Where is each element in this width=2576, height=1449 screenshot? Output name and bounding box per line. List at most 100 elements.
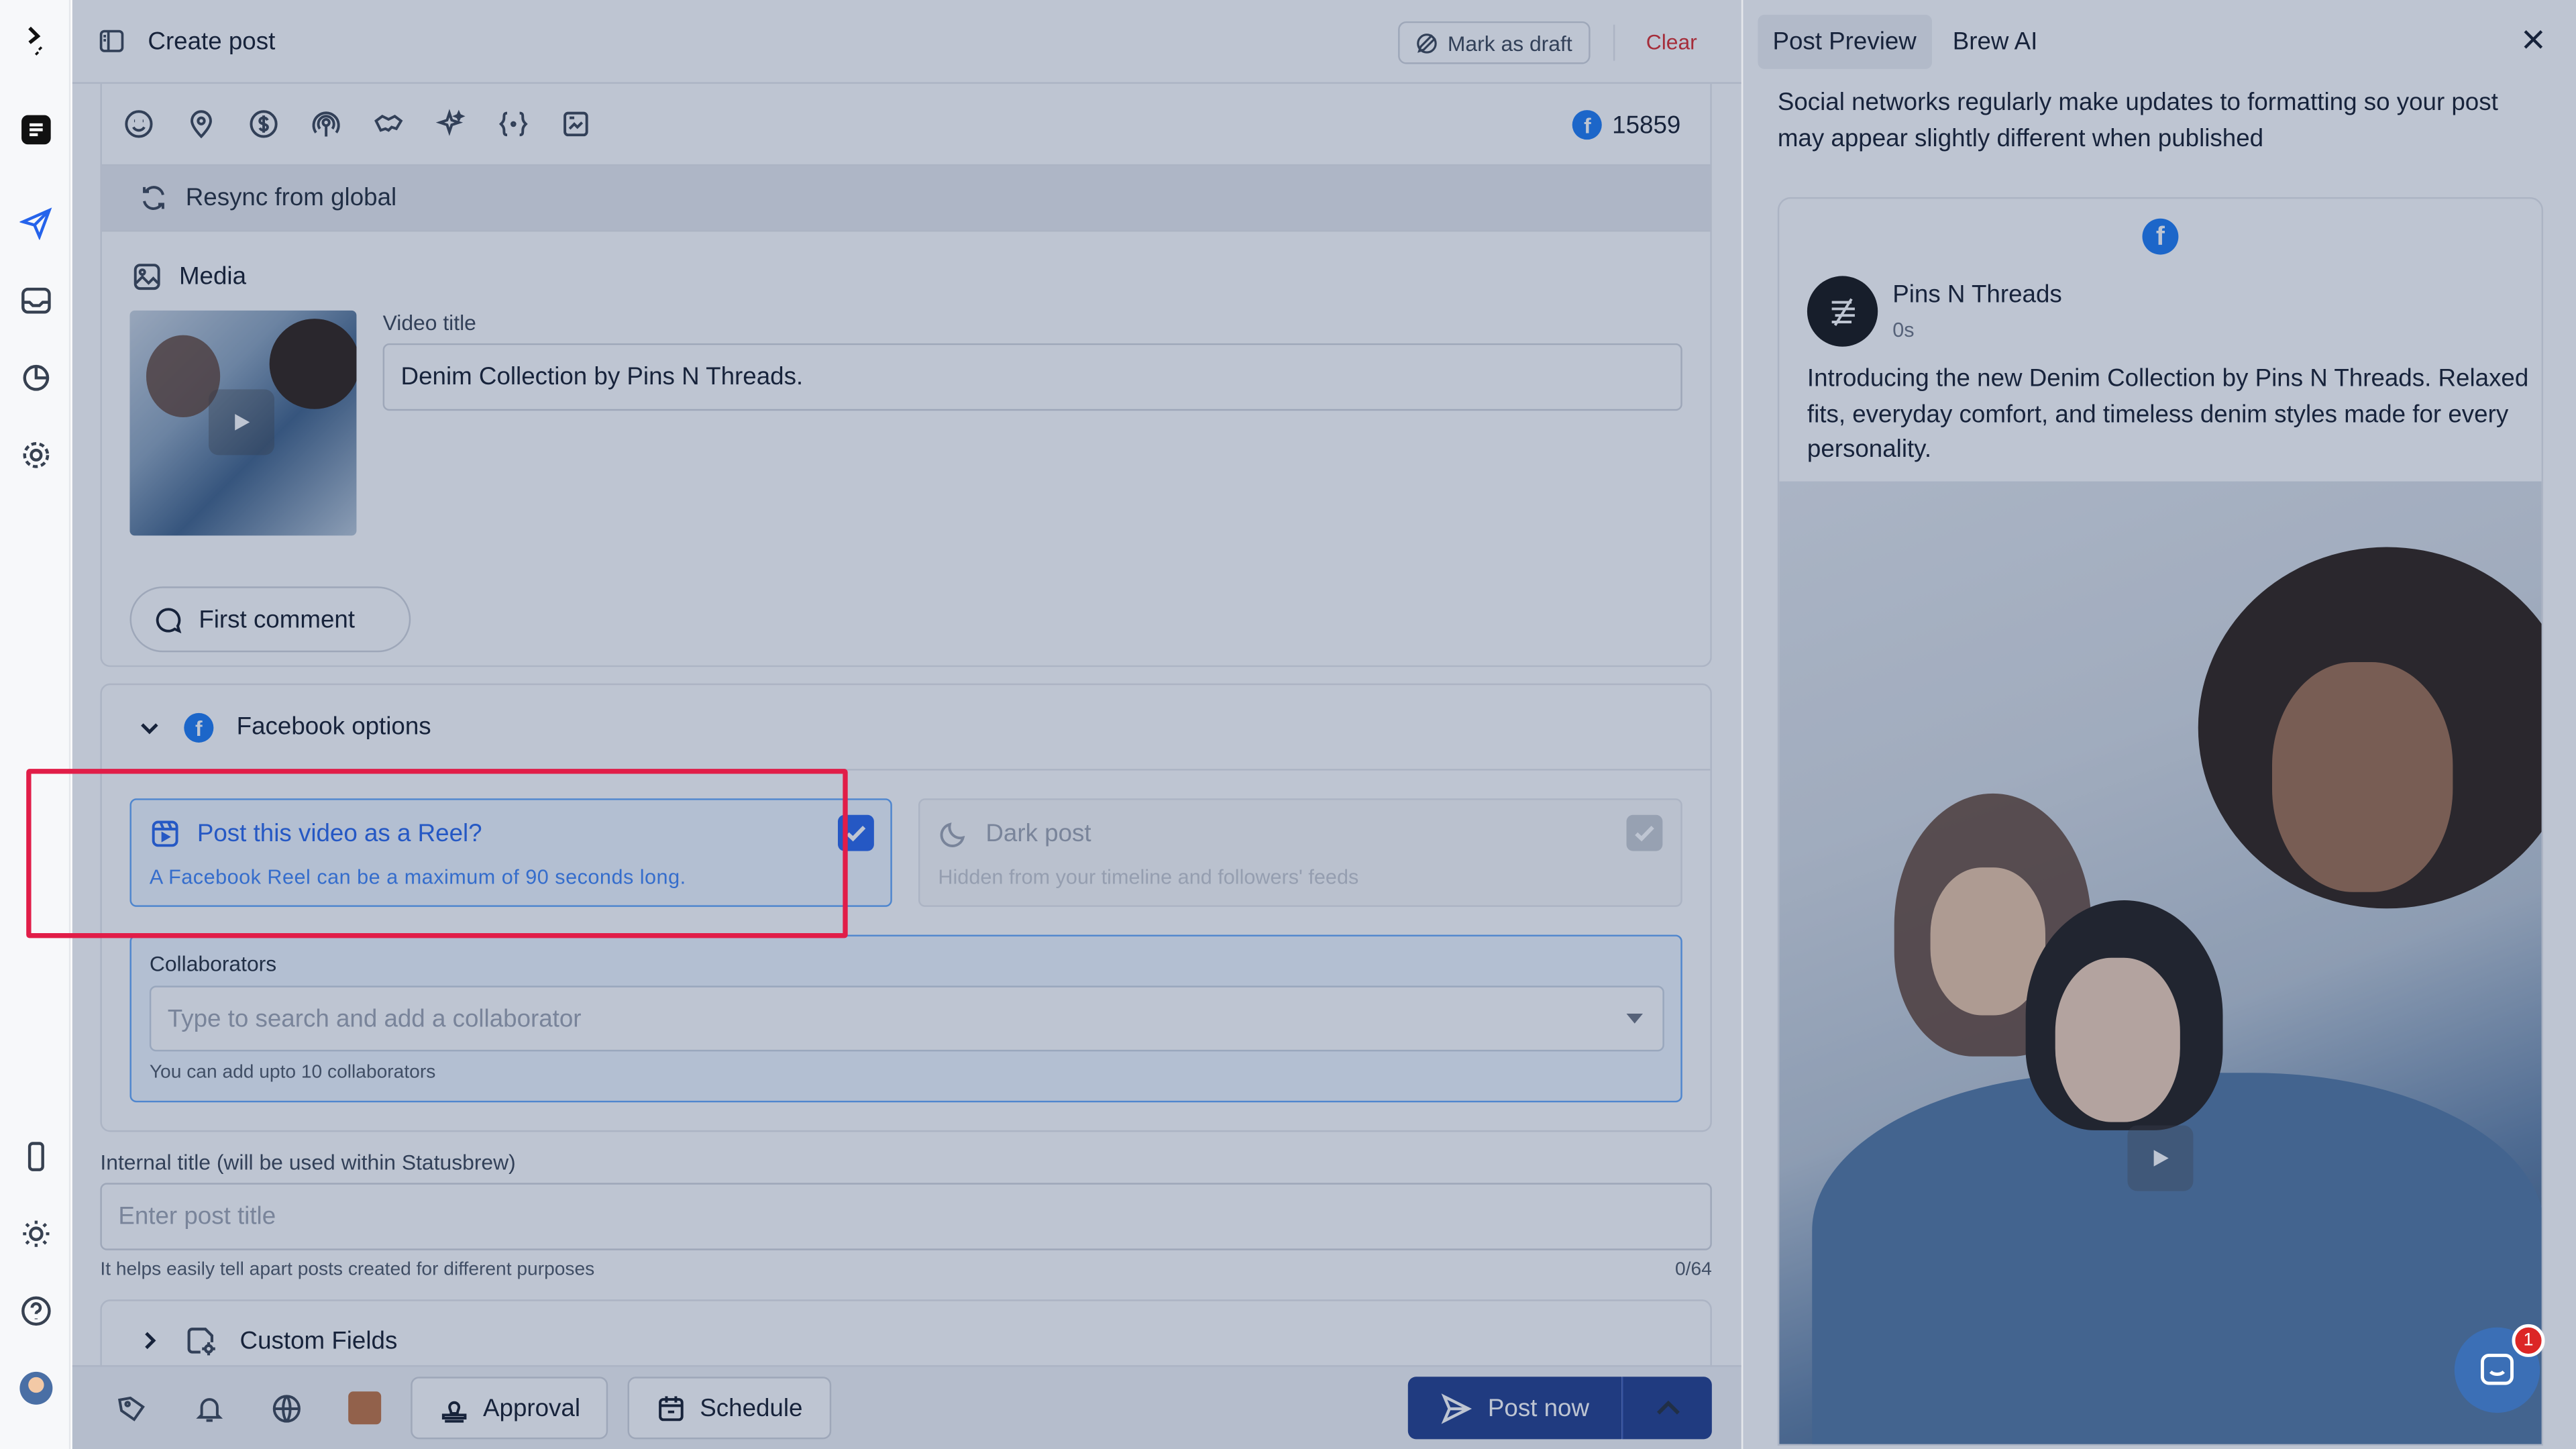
theme-sun-icon[interactable] <box>18 1216 54 1252</box>
statusbrew-logo-icon[interactable] <box>18 23 54 59</box>
video-title-input[interactable]: Denim Collection by Pins N Threads. <box>382 343 1682 411</box>
ai-sparkle-icon[interactable] <box>431 105 470 144</box>
internal-title-count: 0/64 <box>1675 1260 1712 1280</box>
composer-panel: Create post Mark as draft Clear f 15859 … <box>72 0 1741 1449</box>
variables-braces-icon[interactable] <box>493 105 533 144</box>
composer-header: Create post Mark as draft Clear <box>72 0 1741 84</box>
calendar-icon <box>655 1393 687 1424</box>
broadcast-icon[interactable] <box>306 105 345 144</box>
internal-title-label: Internal title (will be used within Stat… <box>100 1150 516 1175</box>
sidebar-toggle-icon[interactable] <box>99 28 125 54</box>
custom-fields-icon <box>184 1324 217 1357</box>
emoji-icon[interactable] <box>118 105 158 144</box>
send-icon[interactable] <box>18 205 54 241</box>
preview-note: Social networks regularly make updates t… <box>1777 89 2498 152</box>
collaborators-placeholder: Type to search and add a collaborator <box>167 1004 582 1033</box>
facebook-options-header[interactable]: f Facebook options <box>101 685 1711 771</box>
tag-icon[interactable] <box>113 1390 150 1426</box>
preview-video[interactable] <box>1779 481 2542 1444</box>
editor-toolbar: f 15859 <box>101 84 1711 166</box>
composer-footer: Approval Schedule Post now <box>72 1365 1741 1449</box>
dark-post-checkbox[interactable] <box>1626 814 1663 851</box>
facebook-char-count: f 15859 <box>1572 110 1680 140</box>
media-label: Media <box>178 262 247 291</box>
tab-brew-ai[interactable]: Brew AI <box>1938 15 2053 69</box>
mark-as-draft-button[interactable]: Mark as draft <box>1398 21 1591 64</box>
approval-label: Approval <box>483 1393 580 1422</box>
page-name: Pins N Threads <box>1892 280 2062 309</box>
moon-icon <box>938 818 969 850</box>
facebook-icon: f <box>2142 218 2179 255</box>
reports-icon[interactable] <box>18 360 54 396</box>
resync-icon <box>138 182 170 214</box>
first-comment-button[interactable]: First comment <box>129 586 411 653</box>
collaborators-field: Collaborators Type to search and add a c… <box>129 934 1682 1103</box>
play-icon[interactable] <box>209 389 274 455</box>
page-title: Create post <box>148 27 276 56</box>
schedule-button[interactable]: Schedule <box>627 1377 831 1440</box>
resync-label: Resync from global <box>185 184 397 212</box>
inbox-icon[interactable] <box>18 282 54 319</box>
chat-support-button[interactable]: 1 <box>2454 1324 2545 1413</box>
mark-as-draft-label: Mark as draft <box>1447 30 1572 56</box>
page-avatar <box>1807 276 1878 347</box>
post-options-toggle[interactable] <box>1621 1377 1712 1440</box>
comment-icon <box>154 605 182 633</box>
tab-post-preview[interactable]: Post Preview <box>1758 15 1931 69</box>
help-icon[interactable] <box>18 1293 54 1329</box>
dropdown-caret-icon[interactable] <box>1626 1014 1643 1024</box>
collaborators-search-input[interactable]: Type to search and add a collaborator <box>149 985 1664 1052</box>
video-thumbnail[interactable] <box>129 310 357 536</box>
header-divider <box>1613 24 1615 61</box>
chat-icon <box>2476 1349 2519 1392</box>
chevron-right-icon[interactable] <box>138 1329 161 1352</box>
mobile-icon[interactable] <box>18 1138 54 1175</box>
preview-tabs: Post Preview Brew AI <box>1758 15 2052 69</box>
chat-badge: 1 <box>2512 1324 2545 1357</box>
highlight-box <box>26 769 848 938</box>
draft-icon <box>1416 32 1438 54</box>
internal-title-input[interactable]: Enter post title <box>100 1183 1712 1250</box>
facebook-icon: f <box>184 712 214 742</box>
settings-gear-icon[interactable] <box>18 437 54 473</box>
globe-icon[interactable] <box>268 1390 304 1426</box>
approval-button[interactable]: Approval <box>411 1377 608 1440</box>
left-rail <box>0 0 71 1449</box>
media-section-header: Media <box>131 261 246 292</box>
media-image-icon <box>131 261 163 292</box>
handshake-icon[interactable] <box>368 105 408 144</box>
play-icon[interactable] <box>2127 1125 2194 1191</box>
dark-post-title: Dark post <box>985 820 1091 848</box>
post-now-label: Post now <box>1487 1393 1590 1422</box>
send-icon <box>1440 1393 1472 1424</box>
clear-button[interactable]: Clear <box>1646 30 1697 54</box>
user-avatar[interactable] <box>18 1370 54 1406</box>
char-count-value: 15859 <box>1612 111 1681 139</box>
dollar-icon[interactable] <box>243 105 282 144</box>
approval-stamp-icon <box>439 1393 470 1424</box>
post-editor: f 15859 Resync from global Media Video t… <box>100 83 1712 667</box>
video-title-label: Video title <box>382 310 476 335</box>
bell-icon[interactable] <box>191 1390 227 1426</box>
publish-icon[interactable] <box>18 112 54 148</box>
collaborators-label: Collaborators <box>149 951 277 976</box>
first-comment-label: First comment <box>199 605 356 634</box>
dark-post-description: Hidden from your timeline and followers'… <box>938 865 1359 889</box>
facebook-options-label: Facebook options <box>236 712 431 741</box>
post-now-button[interactable]: Post now <box>1407 1377 1622 1440</box>
ai-image-icon[interactable] <box>555 105 595 144</box>
custom-fields-label: Custom Fields <box>239 1326 398 1355</box>
color-label-swatch[interactable] <box>348 1391 382 1425</box>
location-pin-icon[interactable] <box>180 105 220 144</box>
close-icon[interactable] <box>2520 26 2546 52</box>
chevron-down-icon[interactable] <box>138 716 161 739</box>
collaborators-hint: You can add upto 10 collaborators <box>149 1063 436 1083</box>
preview-panel: Post Preview Brew AI Social networks reg… <box>1741 0 2576 1449</box>
internal-title-placeholder: Enter post title <box>118 1202 276 1231</box>
resync-from-global-button[interactable]: Resync from global <box>101 166 1711 232</box>
internal-title-hint: It helps easily tell apart posts created… <box>100 1260 595 1280</box>
post-time: 0s <box>1892 319 1915 342</box>
dark-post-option[interactable]: Dark post Hidden from your timeline and … <box>918 798 1682 907</box>
facebook-preview-card: f Pins N Threads 0s Introducing the new … <box>1777 197 2544 1446</box>
schedule-label: Schedule <box>700 1393 803 1422</box>
